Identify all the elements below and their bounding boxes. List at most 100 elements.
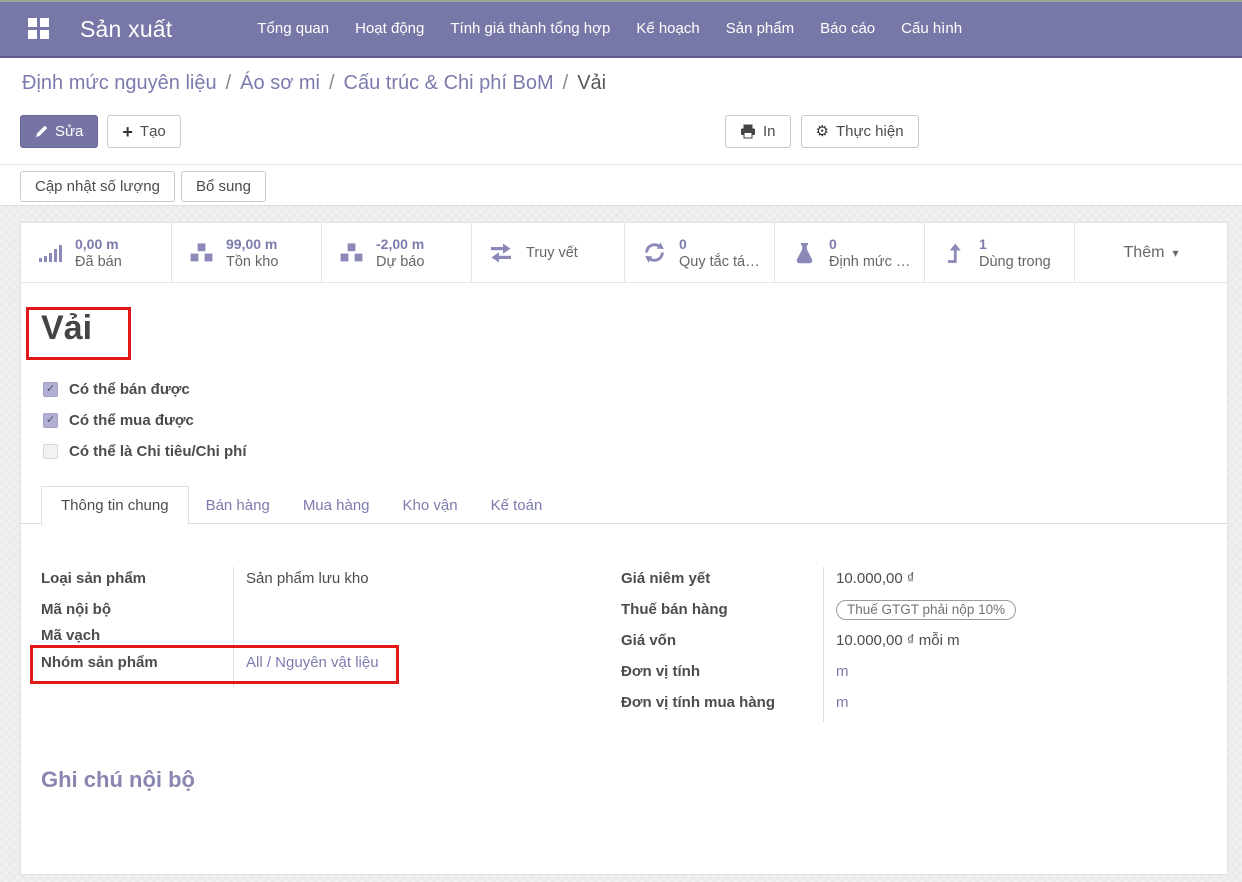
exchange-icon [485,243,517,263]
replenish-button[interactable]: Bổ sung [181,171,266,202]
field-label-don-vi-tinh: Đơn vị tính [621,660,823,691]
printer-icon [740,124,756,139]
tax-tag: Thuế GTGT phải nộp 10% [836,600,1016,620]
gear-icon: ⚙ [816,124,829,139]
field-group-left: Loại sản phẩm Sản phẩm lưu kho Mã nội bộ… [41,567,606,688]
checkbox-label: Có thể bán được [69,381,190,398]
checkbox-label: Có thể là Chi tiêu/Chi phí [69,443,247,460]
stat-button-du-bao[interactable]: -2,00 mDự báo [322,223,472,282]
run-action-button[interactable]: ⚙ Thực hiện [801,115,919,148]
stat-button-dinh-muc[interactable]: 0Định mức … [775,223,925,282]
cubes-icon [335,242,367,264]
field-thue-ban-hang: Thuế GTGT phải nộp 10% [823,598,1221,629]
breadcrumb-current: Vải [577,72,606,94]
form-buttons: Sửa + Tạo [20,115,181,148]
check-icon: ✓ [46,414,55,426]
field-ma-vach [233,624,606,651]
tab-ban-hang[interactable]: Bán hàng [206,497,270,514]
print-button[interactable]: In [725,115,791,148]
breadcrumb-link-cau-truc-bom[interactable]: Cấu trúc & Chi phí BoM [344,72,554,94]
checkbox-co-the-ban-duoc[interactable]: ✓ [43,382,58,397]
stat-value: 0,00 m [75,235,122,253]
field-ma-noi-bo [233,598,606,624]
product-form-sheet: 0,00 mĐã bán 99,00 mTồn kho -2,00 mDự bá… [20,222,1228,875]
apps-grid-icon[interactable] [28,18,50,40]
stat-label: Định mức … [829,253,910,271]
tab-ke-toan[interactable]: Kế toán [491,497,543,514]
field-label-nhom-san-pham: Nhóm sản phẩm [41,651,233,688]
internal-notes-heading: Ghi chú nội bộ [41,767,195,793]
breadcrumb-separator: / [226,72,232,94]
field-gia-von: 10.000,00 ₫ mỗi m [823,629,1221,660]
update-quantity-button[interactable]: Cập nhật số lượng [20,171,175,202]
top-menu: Tổng quan Hoạt động Tính giá thành tổng … [244,1,975,57]
stat-button-truy-vet[interactable]: Truy vết [472,223,625,282]
stat-value: 0 [829,235,910,253]
breadcrumb-separator: / [563,72,569,94]
stat-label: Dự báo [376,253,424,271]
stat-label: Tồn kho [226,253,278,271]
checkbox-chi-tieu-chi-phi[interactable] [43,444,58,459]
create-button-label: Tạo [140,123,166,140]
action-buttons: In ⚙ Thực hiện [725,115,919,148]
stat-label: Dùng trong [979,253,1051,271]
breadcrumb-separator: / [329,72,335,94]
bar-chart-icon [34,244,66,262]
field-label-ma-vach: Mã vạch [41,624,233,651]
field-group-right: Giá niêm yết 10.000,00 ₫ Thuế bán hàng T… [621,567,1221,722]
product-title: Vải [41,309,92,348]
top-navbar: Sản xuất Tổng quan Hoạt động Tính giá th… [0,2,1242,58]
field-label-ma-noi-bo: Mã nội bộ [41,598,233,624]
field-loai-san-pham: Sản phẩm lưu kho [233,567,606,598]
field-gia-niem-yet: 10.000,00 ₫ [823,567,1221,598]
flag-row: Có thể là Chi tiêu/Chi phí [43,443,247,460]
menu-item-cau-hinh[interactable]: Cấu hình [888,1,975,57]
checkbox-co-the-mua-duoc[interactable]: ✓ [43,413,58,428]
notebook-tabs: Thông tin chung Bán hàng Mua hàng Kho vậ… [41,485,542,525]
field-don-vi-tinh[interactable]: m [823,660,1221,691]
menu-item-bao-cao[interactable]: Báo cáo [807,1,888,57]
stat-label: Quy tắc tá… [679,253,760,271]
field-label-don-vi-tinh-mua-hang: Đơn vị tính mua hàng [621,691,823,722]
checkbox-label: Có thể mua được [69,412,194,429]
stat-button-quy-tac[interactable]: 0Quy tắc tá… [625,223,775,282]
stat-button-dung-trong[interactable]: 1Dùng trong [925,223,1075,282]
print-button-label: In [763,123,776,140]
field-nhom-san-pham[interactable]: All / Nguyên vật liệu [233,651,606,688]
tab-mua-hang[interactable]: Mua hàng [303,497,370,514]
menu-item-san-pham[interactable]: Sản phẩm [713,1,807,57]
level-up-icon [938,243,970,263]
refresh-icon [638,241,670,264]
stat-button-ton-kho[interactable]: 99,00 mTồn kho [172,223,322,282]
more-button-label: Thêm [1124,244,1165,262]
menu-item-tong-quan[interactable]: Tổng quan [244,1,342,57]
tab-kho-van[interactable]: Kho vận [403,497,458,514]
odoo-window: Sản xuất Tổng quan Hoạt động Tính giá th… [0,0,1242,882]
stat-value: 0 [679,235,760,253]
caret-down-icon: ▾ [1172,246,1178,260]
run-action-label: Thực hiện [836,123,904,140]
panel-divider [0,164,1242,165]
flag-row: ✓ Có thể mua được [43,412,247,429]
menu-item-hoat-dong[interactable]: Hoạt động [342,1,437,57]
flag-row: ✓ Có thể bán được [43,381,247,398]
menu-item-ke-hoach[interactable]: Kế hoạch [623,1,712,57]
edit-button[interactable]: Sửa [20,115,98,148]
more-button[interactable]: Thêm ▾ [1075,223,1227,282]
tab-thong-tin-chung[interactable]: Thông tin chung [41,486,189,525]
cubes-icon [185,242,217,264]
plus-icon: + [122,123,133,141]
field-don-vi-tinh-mua-hang[interactable]: m [823,691,1221,722]
product-flags: ✓ Có thể bán được ✓ Có thể mua được Có t… [43,381,247,474]
create-button[interactable]: + Tạo [107,115,180,148]
pencil-icon [35,125,48,138]
breadcrumb-link-ao-so-mi[interactable]: Áo sơ mi [240,72,320,94]
secondary-actions: Cập nhật số lượng Bổ sung [20,171,266,202]
field-label-gia-von: Giá vốn [621,629,823,660]
stat-button-da-ban[interactable]: 0,00 mĐã bán [21,223,172,282]
stat-value: -2,00 m [376,235,424,253]
stat-label: Truy vết [526,244,578,262]
menu-item-tinh-gia-thanh[interactable]: Tính giá thành tổng hợp [437,1,623,57]
breadcrumb-link-dinh-muc[interactable]: Định mức nguyên liệu [22,72,217,94]
check-icon: ✓ [46,383,55,395]
